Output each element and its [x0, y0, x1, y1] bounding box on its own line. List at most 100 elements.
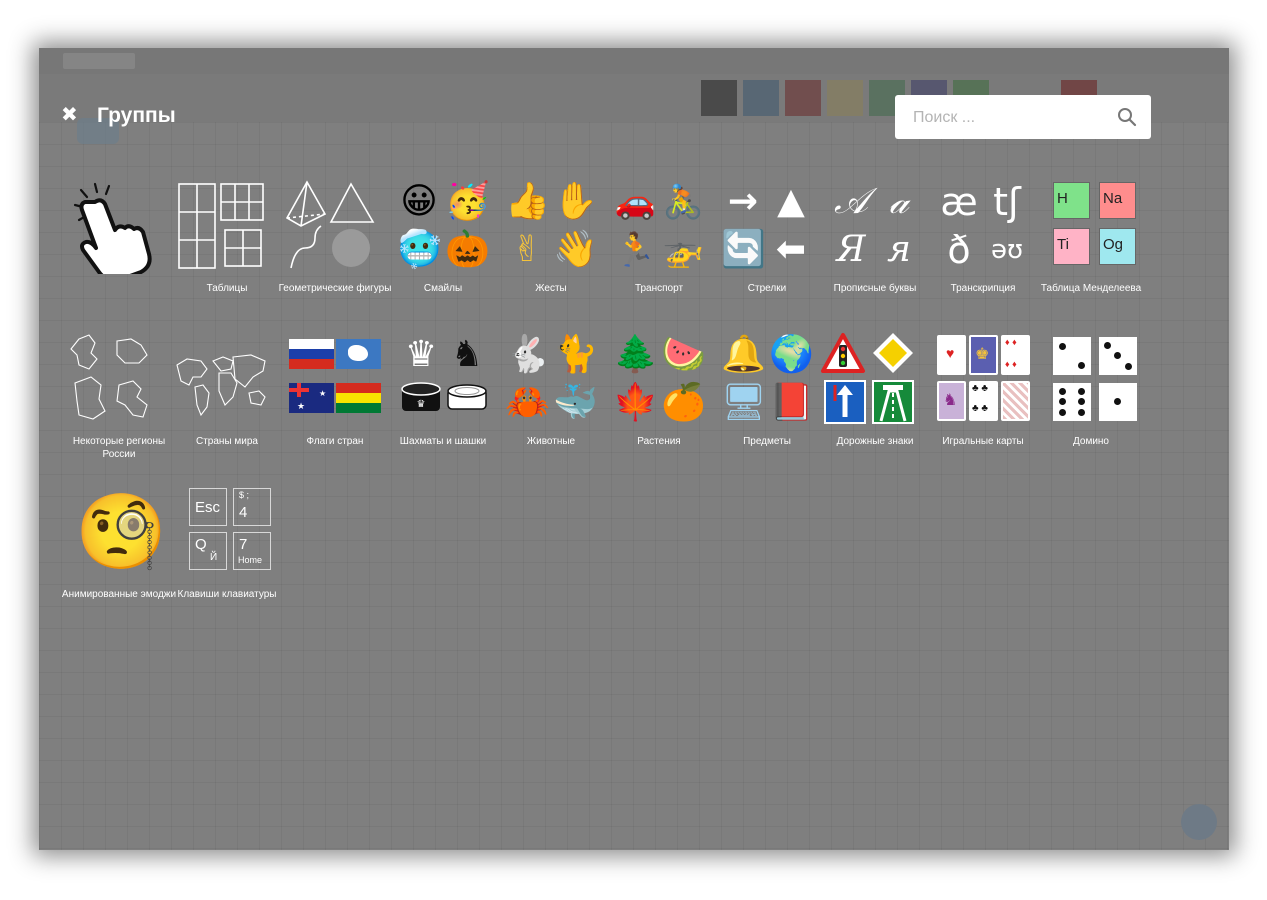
- glyph: 📕: [769, 382, 814, 423]
- group-periodic-table[interactable]: H Na Ti Og Таблица Менделеева: [1037, 178, 1145, 294]
- glyph: 👍: [505, 181, 550, 222]
- phonetic-transcription-icon: æ tʃ ð əʊ: [935, 178, 1031, 274]
- glyph: 👋: [553, 229, 598, 270]
- glyph: 🌍: [769, 334, 814, 375]
- periodic-table-icon: H Na Ti Og: [1043, 178, 1139, 274]
- card-back-icon: [1001, 381, 1030, 421]
- arrows-icon: → ▲ 🔄 ⬅: [719, 178, 815, 274]
- group-animated-emoji[interactable]: 🧐 Анимированные эмоджи: [62, 484, 176, 600]
- chess-checkers-icon: ♛ ♞ ♛: [395, 331, 491, 427]
- glyph: ⬅: [775, 229, 807, 270]
- background-swatch: [785, 80, 821, 116]
- search-box[interactable]: [895, 95, 1151, 139]
- black-checker-icon: ♛: [401, 382, 441, 411]
- smiley-emojis-icon: 😀 🥳 🥶 🎃: [395, 178, 491, 274]
- white-checker-icon: [447, 384, 487, 410]
- glyph: 🎃: [445, 229, 490, 270]
- glyph: 🥳: [445, 181, 490, 222]
- group-arrows[interactable]: → ▲ 🔄 ⬅ Стрелки: [713, 178, 821, 294]
- glyph: 𝒶: [889, 181, 909, 222]
- group-label: Транскрипция: [950, 283, 1016, 294]
- card-king-icon: ♚: [969, 335, 998, 375]
- group-label: Предметы: [743, 436, 791, 447]
- element-symbol: Na: [1103, 190, 1123, 207]
- key-q: Q Й: [189, 532, 227, 570]
- group-label: Смайлы: [423, 283, 463, 294]
- element-cell: Og: [1099, 228, 1136, 265]
- group-animals[interactable]: 🐇 🐈 🦀 🐳 Животные: [497, 331, 605, 447]
- glyph: 🚴: [662, 182, 704, 221]
- group-world-countries[interactable]: Страны мира: [173, 331, 281, 447]
- group-label: Анимированные эмоджи: [61, 589, 177, 600]
- glyph: ▲: [777, 181, 805, 222]
- group-chess-checkers[interactable]: ♛ ♞ ♛ Шахматы и шашки: [389, 331, 497, 447]
- group-road-signs[interactable]: Дорожные знаки: [821, 331, 929, 447]
- plant-emojis-icon: 🌲 🍉 🍁 🍊: [611, 331, 707, 427]
- close-icon[interactable]: ✖: [61, 105, 79, 125]
- element-symbol: Ti: [1057, 236, 1069, 253]
- world-map-icon: [176, 354, 266, 417]
- glyph: 🍊: [661, 382, 706, 423]
- group-cursive-letters[interactable]: 𝒜 𝒶 Я я Прописные буквы: [821, 178, 929, 294]
- group-tables[interactable]: Таблицы: [173, 178, 281, 294]
- group-keyboard-keys[interactable]: Esc $ ; 4 Q Й 7 Home Клавиши клавиатуры: [173, 484, 281, 600]
- group-playing-cards[interactable]: ♥ ♚ ♦ ♦ ♦ ♦ ♞ ♣ ♣ ♣ ♣ Игральные карты: [929, 331, 1037, 447]
- key-esc: Esc: [189, 488, 227, 526]
- country-flags-icon: ★ ★: [287, 331, 383, 427]
- element-cell: Na: [1099, 182, 1136, 219]
- group-label: Прописные буквы: [833, 283, 917, 294]
- group-label: Таблицы: [206, 283, 248, 294]
- glyph: я: [887, 229, 911, 270]
- key-sub: Й: [210, 552, 218, 563]
- group-gestures[interactable]: 👍 ✋ ✌ 👋 Жесты: [497, 178, 605, 294]
- group-russia-regions[interactable]: Некоторые регионы России: [65, 331, 173, 460]
- group-plants[interactable]: 🌲 🍉 🍁 🍊 Растения: [605, 331, 713, 447]
- group-label: Домино: [1073, 436, 1109, 447]
- background-help-button: [1181, 804, 1217, 840]
- key-4: $ ; 4: [233, 488, 271, 526]
- group-smileys[interactable]: 😀 🥳 🥶 🎃 Смайлы: [389, 178, 497, 294]
- group-geometry[interactable]: Геометрические фигуры: [279, 178, 391, 294]
- group-pointer[interactable]: [65, 178, 173, 283]
- group-label: Страны мира: [196, 436, 258, 447]
- key-main: Esc: [195, 499, 221, 516]
- road-signs-icon: [821, 333, 914, 424]
- group-label: Транспорт: [634, 283, 684, 294]
- glyph: 🚗: [614, 182, 656, 221]
- glyph: 😀: [400, 181, 438, 222]
- group-transcription[interactable]: æ tʃ ð əʊ Транскрипция: [929, 178, 1037, 294]
- pointing-hand-icon: [73, 182, 152, 283]
- glyph: ✋: [553, 181, 598, 222]
- glyph: ♞: [450, 334, 484, 375]
- glyph: 🔔: [721, 334, 766, 375]
- group-label: Дорожные знаки: [836, 436, 914, 447]
- glyph: 🍁: [613, 382, 658, 423]
- flag-australia-icon: ★ ★: [289, 383, 334, 413]
- flag-antarctica-icon: [336, 339, 381, 369]
- glyph: tʃ: [993, 180, 1021, 224]
- domino-tile: [1053, 337, 1091, 375]
- glyph: 🐇: [505, 334, 550, 375]
- glyph: Я: [836, 229, 866, 270]
- glyph: ✌: [511, 229, 543, 270]
- domino-icon: [1043, 331, 1139, 427]
- search-icon[interactable]: [1117, 107, 1137, 127]
- group-transport[interactable]: 🚗 🚴 🏃 🚁 Транспорт: [605, 178, 713, 294]
- key-sub: Home: [238, 555, 263, 565]
- search-input[interactable]: [911, 105, 1105, 131]
- group-domino[interactable]: Домино: [1037, 331, 1145, 447]
- domino-tile: [1053, 383, 1091, 421]
- glyph: 🥶: [397, 229, 442, 270]
- element-cell: Ti: [1053, 228, 1090, 265]
- glyph: 🐳: [553, 382, 598, 423]
- flag-russia-icon: [289, 339, 334, 369]
- russia-regions-icon: [70, 334, 148, 420]
- playing-cards-icon: ♥ ♚ ♦ ♦ ♦ ♦ ♞ ♣ ♣ ♣ ♣: [935, 331, 1031, 427]
- card-jack-icon: ♞: [937, 381, 966, 421]
- group-flags[interactable]: ★ ★ Флаги стран: [281, 331, 389, 447]
- glyph: ð: [947, 228, 971, 272]
- group-label: Растения: [637, 436, 681, 447]
- gesture-emojis-icon: 👍 ✋ ✌ 👋: [503, 178, 599, 274]
- group-objects[interactable]: 🔔 🌍 🖥 📕 Предметы: [713, 331, 821, 447]
- app-window: ✖ Группы Таблицы: [39, 48, 1229, 850]
